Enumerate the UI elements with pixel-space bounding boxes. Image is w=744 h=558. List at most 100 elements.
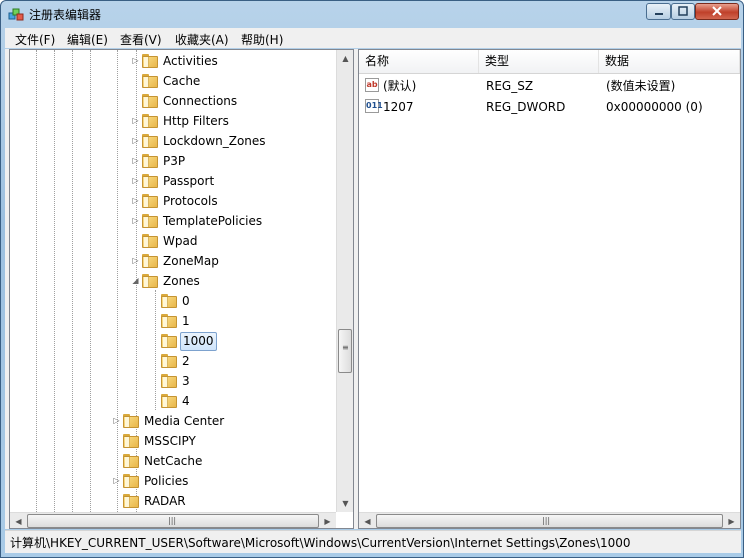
close-button[interactable]	[695, 3, 739, 20]
expand-arrow-icon[interactable]: ▷	[131, 211, 140, 231]
expand-arrow-icon[interactable]	[150, 351, 159, 371]
expand-arrow-icon[interactable]	[150, 291, 159, 311]
scroll-left-arrow-icon[interactable]: ◀	[359, 513, 376, 528]
grip-icon: |||	[168, 516, 177, 525]
value-row[interactable]: 011 1207 REG_DWORD 0x00000000 (0)	[359, 97, 740, 117]
column-header-type[interactable]: 类型	[479, 50, 599, 73]
scroll-right-arrow-icon[interactable]: ▶	[319, 513, 336, 528]
expand-arrow-icon[interactable]	[131, 231, 140, 251]
menu-favorites[interactable]: 收藏夹(A)	[175, 31, 229, 48]
column-headers: 名称 类型 数据	[359, 50, 740, 74]
tree-node-label[interactable]: TemplatePolicies	[161, 211, 264, 231]
menu-edit[interactable]: 编辑(E)	[67, 31, 108, 48]
folder-icon	[142, 214, 158, 228]
tree-node[interactable]: 0	[10, 291, 336, 311]
menu-help[interactable]: 帮助(H)	[241, 31, 283, 48]
tree-node[interactable]: ▷ Http Filters	[10, 111, 336, 131]
expand-arrow-icon[interactable]	[112, 451, 121, 471]
expand-arrow-icon[interactable]	[150, 391, 159, 411]
tree-node-label[interactable]: Protocols	[161, 191, 220, 211]
expand-arrow-icon[interactable]	[150, 371, 159, 391]
expand-arrow-icon[interactable]: ▷	[131, 191, 140, 211]
tree-node-label[interactable]: ZoneMap	[161, 251, 221, 271]
expand-arrow-icon[interactable]: ▷	[131, 131, 140, 151]
expand-arrow-icon[interactable]	[131, 91, 140, 111]
expand-arrow-icon[interactable]: ▷	[131, 151, 140, 171]
expand-arrow-icon[interactable]: ▷	[131, 251, 140, 271]
tree-node-label[interactable]: 1000	[180, 332, 217, 351]
tree-node-label[interactable]: 0	[180, 291, 192, 311]
tree-node[interactable]: 1000	[10, 331, 336, 351]
list-horizontal-scrollbar[interactable]: ◀ ||| ▶	[359, 512, 740, 528]
tree-node[interactable]: ▷ P3P	[10, 151, 336, 171]
expand-arrow-icon[interactable]: ▷	[131, 51, 140, 71]
tree-node[interactable]: Connections	[10, 91, 336, 111]
tree-node-label[interactable]: Passport	[161, 171, 216, 191]
menu-view[interactable]: 查看(V)	[120, 31, 162, 48]
expand-arrow-icon[interactable]: ◢	[131, 271, 140, 291]
scroll-left-arrow-icon[interactable]: ◀	[10, 513, 27, 528]
tree-node[interactable]: NetCache	[10, 451, 336, 471]
expand-arrow-icon[interactable]	[150, 331, 159, 351]
title-bar[interactable]: 注册表编辑器	[1, 1, 743, 27]
column-header-name[interactable]: 名称	[359, 50, 479, 73]
expand-arrow-icon[interactable]	[112, 431, 121, 451]
tree-node-label[interactable]: 3	[180, 371, 192, 391]
tree-node-label[interactable]: Lockdown_Zones	[161, 131, 268, 151]
tree-node[interactable]: MSSCIPY	[10, 431, 336, 451]
tree-node[interactable]: ▷ Media Center	[10, 411, 336, 431]
expand-arrow-icon[interactable]: ▷	[112, 471, 121, 491]
tree-node[interactable]: ▷ ZoneMap	[10, 251, 336, 271]
scroll-up-arrow-icon[interactable]: ▲	[337, 50, 353, 67]
tree-node-label[interactable]: 1	[180, 311, 192, 331]
minimize-button[interactable]	[646, 3, 671, 20]
tree-node-label[interactable]: P3P	[161, 151, 187, 171]
tree-node-label[interactable]: Media Center	[142, 411, 226, 431]
tree-node[interactable]: RADAR	[10, 491, 336, 511]
tree-node-label[interactable]: 2	[180, 351, 192, 371]
expand-arrow-icon[interactable]: ▷	[112, 411, 121, 431]
expand-arrow-icon[interactable]	[112, 491, 121, 511]
tree-node-label[interactable]: Zones	[161, 271, 202, 291]
tree-node[interactable]: Cache	[10, 71, 336, 91]
tree-node-label[interactable]: Activities	[161, 51, 220, 71]
tree-node[interactable]: ▷ Lockdown_Zones	[10, 131, 336, 151]
tree-node[interactable]: ▷ TemplatePolicies	[10, 211, 336, 231]
folder-icon	[142, 194, 158, 208]
expand-arrow-icon[interactable]: ▷	[131, 171, 140, 191]
maximize-button[interactable]	[671, 3, 695, 20]
tree-horizontal-scroll-thumb[interactable]: |||	[27, 514, 319, 528]
tree-node-label[interactable]: NetCache	[142, 451, 204, 471]
tree-node-label[interactable]: Cache	[161, 71, 202, 91]
column-header-data[interactable]: 数据	[599, 50, 740, 73]
tree-vertical-scroll-thumb[interactable]: ≡	[338, 329, 352, 373]
list-horizontal-scroll-thumb[interactable]: |||	[376, 514, 723, 528]
tree-node-label[interactable]: Wpad	[161, 231, 199, 251]
tree-node[interactable]: ◢ Zones	[10, 271, 336, 291]
tree-node[interactable]: 4	[10, 391, 336, 411]
expand-arrow-icon[interactable]	[131, 71, 140, 91]
menu-file[interactable]: 文件(F)	[15, 31, 55, 48]
expand-arrow-icon[interactable]	[150, 311, 159, 331]
tree-node-label[interactable]: RADAR	[142, 491, 188, 511]
tree-node[interactable]: ▷ Policies	[10, 471, 336, 491]
tree-node[interactable]: 1	[10, 311, 336, 331]
tree-node-label[interactable]: MSSCIPY	[142, 431, 198, 451]
tree-node[interactable]: ▷ Protocols	[10, 191, 336, 211]
tree-node[interactable]: 3	[10, 371, 336, 391]
tree-node[interactable]: ▷ Passport	[10, 171, 336, 191]
tree-vertical-scrollbar[interactable]: ▲ ≡ ▼	[336, 50, 353, 512]
tree-node[interactable]: Wpad	[10, 231, 336, 251]
scroll-down-arrow-icon[interactable]: ▼	[337, 495, 353, 512]
scroll-right-arrow-icon[interactable]: ▶	[723, 513, 740, 528]
tree-horizontal-scrollbar[interactable]: ◀ ||| ▶	[10, 512, 336, 528]
tree-node[interactable]: 2	[10, 351, 336, 371]
tree-node-label[interactable]: 4	[180, 391, 192, 411]
value-type: REG_SZ	[486, 79, 534, 93]
value-row[interactable]: ab (默认) REG_SZ (数值未设置)	[359, 76, 740, 96]
expand-arrow-icon[interactable]: ▷	[131, 111, 140, 131]
tree-node-label[interactable]: Http Filters	[161, 111, 231, 131]
tree-node-label[interactable]: Connections	[161, 91, 239, 111]
tree-node[interactable]: ▷ Activities	[10, 51, 336, 71]
tree-node-label[interactable]: Policies	[142, 471, 190, 491]
